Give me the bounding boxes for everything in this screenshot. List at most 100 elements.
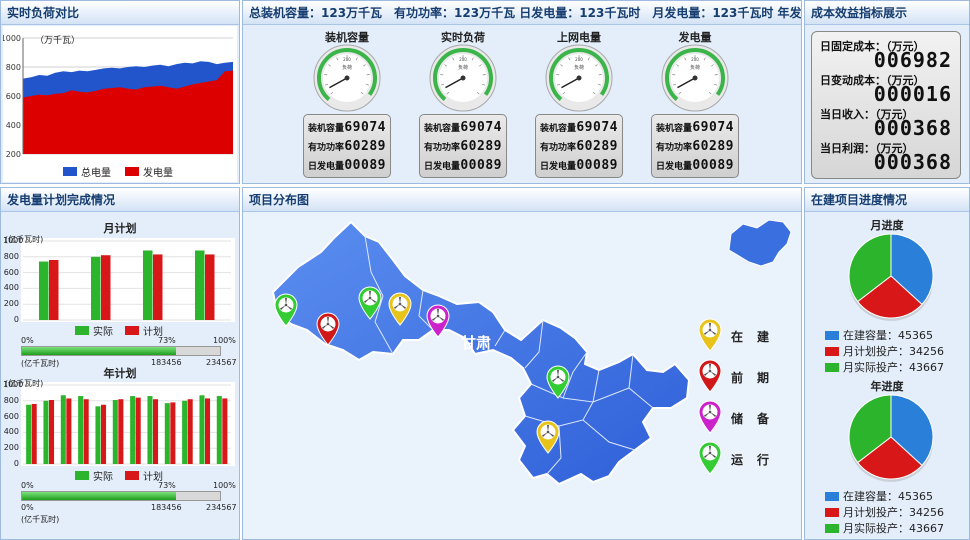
legend-label: 在建容量：45365	[843, 490, 933, 503]
map-legend-item[interactable]: 在建	[697, 318, 783, 355]
map-legend-item[interactable]: 前期	[697, 359, 783, 396]
year-progress-title: 年进度	[870, 380, 904, 393]
lcd-value: 60289	[344, 139, 386, 154]
legend-label: 总电量	[81, 168, 111, 179]
bar-actual	[147, 396, 153, 464]
project-pin[interactable]	[357, 286, 383, 324]
bar-plan	[205, 254, 215, 320]
month-progress-start: 0%	[21, 336, 34, 345]
gauge-lcd: 装机容量 69074 有功功率 60289 日发电量 00089	[303, 114, 391, 178]
gauge-face-label: 负荷	[458, 64, 468, 71]
bar-plan	[187, 399, 193, 464]
month-plan-chart	[23, 240, 231, 321]
lcd-key: 有功功率	[656, 143, 693, 153]
y-tick-label: 0	[13, 315, 19, 324]
legend-label: 月实际投产：43667	[843, 361, 944, 374]
lcd-key: 装机容量	[424, 124, 461, 134]
bar-actual	[78, 396, 84, 464]
lcd-key: 日发电量	[656, 162, 693, 172]
bar-plan	[31, 403, 37, 464]
bar-plan	[83, 399, 89, 464]
lcd-key: 装机容量	[656, 124, 693, 134]
cost-fixed-value: 006982	[873, 48, 952, 72]
legend-swatch	[825, 330, 839, 340]
year-progress-start: 0%	[21, 481, 34, 490]
bar-actual	[26, 404, 32, 464]
turbine-pin-icon	[697, 441, 723, 478]
load-legend-gen: 发电量	[125, 164, 173, 179]
gauge-lcd: 装机容量 69074 有功功率 60289 日发电量 00089	[535, 114, 623, 178]
year-progress-fill	[22, 492, 177, 500]
profit-value: 000368	[873, 150, 952, 174]
month-progress-bar	[21, 346, 221, 356]
project-pin[interactable]	[387, 292, 413, 330]
project-pin[interactable]	[315, 312, 341, 350]
map-legend-label: 运行	[731, 453, 784, 467]
lcd-row: 装机容量 69074	[656, 118, 734, 137]
project-pin[interactable]	[535, 420, 561, 458]
load-chart: 1000 800 600 400 200	[1, 34, 233, 159]
load-panel-title: 实时负荷对比	[1, 1, 239, 25]
pie-legend-item: 月计划投产：34256	[825, 504, 944, 520]
year-plan-chart	[23, 384, 231, 465]
gauge-hub	[460, 75, 466, 81]
lcd-value: 00089	[460, 158, 502, 173]
year-progress-val1: 183456	[151, 503, 182, 512]
turbine-pin-icon	[697, 400, 723, 437]
pie-legend-item: 月实际投产：43667	[825, 520, 944, 536]
lcd-key: 有功功率	[540, 143, 577, 153]
project-pin[interactable]	[425, 304, 451, 342]
month-progress-mid: 73%	[158, 336, 176, 345]
lcd-row: 装机容量 69074	[540, 118, 618, 137]
legend-swatch	[825, 346, 839, 356]
y-tick-label: 1000	[3, 34, 21, 43]
cost-panel-title: 成本效益指标展示	[805, 1, 969, 25]
legend-swatch	[63, 167, 77, 176]
bar-actual	[112, 400, 118, 464]
lcd-value: 60289	[460, 139, 502, 154]
year-progress-unit: (亿千瓦时)	[21, 515, 60, 524]
plan-panel: 发电量计划完成情况 月计划 (亿千瓦时) 1000 800 600 400 200 0 实…	[0, 187, 240, 540]
map-legend-item[interactable]: 运行	[697, 441, 783, 478]
load-legend-total: 总电量	[63, 164, 111, 179]
y-tick-label: 600	[3, 411, 19, 421]
lcd-key: 日发电量	[424, 162, 461, 172]
gauge-dial: 负荷 200	[661, 44, 729, 112]
year-progress-mid: 73%	[158, 481, 176, 490]
bar-plan	[153, 399, 159, 464]
lcd-key: 装机容量	[308, 124, 345, 134]
gauge-face-label: 负荷	[690, 64, 700, 71]
bar-plan	[170, 402, 176, 464]
gauge-face-max: 200	[575, 57, 583, 62]
year-progress-end: 100%	[213, 481, 236, 490]
lcd-value: 60289	[576, 139, 618, 154]
year-progress-val2: 234567	[206, 503, 237, 512]
bar-actual	[182, 400, 188, 464]
project-pin[interactable]	[273, 293, 299, 331]
y-tick-label: 600	[6, 92, 21, 101]
gansu-region[interactable]	[271, 220, 691, 486]
legend-swatch	[825, 523, 839, 533]
legend-swatch	[125, 326, 139, 335]
legend-swatch	[825, 362, 839, 372]
legend-label: 实际	[93, 472, 113, 483]
legend-swatch	[825, 491, 839, 501]
legend-label: 发电量	[143, 168, 173, 179]
lcd-value: 69074	[692, 120, 734, 135]
project-pin[interactable]	[545, 365, 571, 403]
gauge-face-label: 负荷	[574, 64, 584, 71]
pie-legend-item: 月实际投产：43667	[825, 359, 944, 375]
lcd-value: 69074	[344, 120, 386, 135]
bar-plan	[135, 397, 141, 464]
lcd-row: 日发电量 00089	[424, 156, 502, 175]
gauge-hub	[576, 75, 582, 81]
legend-label: 月实际投产：43667	[843, 522, 944, 535]
y-tick-label: 200	[3, 299, 19, 309]
load-chart-area: 1000 800 600 400 200 （万千瓦） 总电量 发电量	[1, 26, 237, 182]
lcd-value: 69074	[576, 120, 618, 135]
bar-plan	[101, 255, 111, 320]
gauge-face-max: 200	[691, 57, 699, 62]
cost-panel: 成本效益指标展示 日固定成本：（万元） 006982 日变动成本：（万元） 00…	[804, 0, 970, 184]
map-legend-label: 前期	[731, 371, 784, 385]
map-legend-item[interactable]: 储备	[697, 400, 783, 437]
